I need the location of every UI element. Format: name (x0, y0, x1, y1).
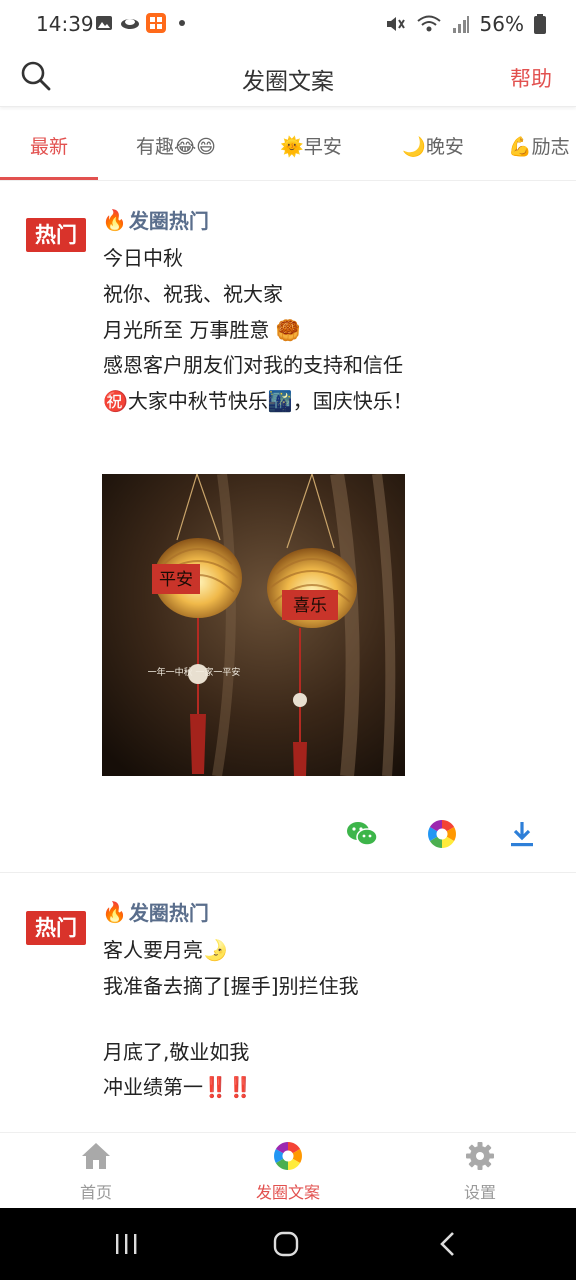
category-tabs: 最新 有趣😂😄 🌞早安 🌙晚安 💪励志 (0, 116, 576, 181)
gear-icon (466, 1142, 494, 1170)
gallery-icon (96, 16, 112, 30)
post-line: 今日中秋 (103, 246, 183, 270)
battery-icon (534, 14, 546, 34)
post-image[interactable]: 平安 喜乐 一年一中秋 一家一平安 (102, 474, 405, 776)
aperture-icon (274, 1142, 302, 1170)
wifi-icon (416, 15, 441, 32)
home-button-icon[interactable] (268, 1226, 304, 1262)
hot-badge: 热门 (26, 218, 86, 252)
lantern-right-label: 喜乐 (293, 596, 327, 616)
post-line: 客人要月亮🌛 (103, 938, 228, 962)
status-bar: 14:39 56% (0, 0, 576, 48)
post-line: 祝你、祝我、祝大家 (103, 281, 283, 306)
post-source: 🔥 发圈热门 (102, 897, 209, 926)
nav-home-label: 首页 (79, 1183, 112, 1202)
page-title: 发圈文案 (242, 69, 334, 95)
app-header: 发圈文案 帮助 (0, 48, 576, 107)
status-time: 14:39 (36, 12, 94, 36)
nav-settings[interactable]: 设置 (420, 1139, 540, 1203)
more-dot-icon (179, 20, 185, 26)
signal-icon (452, 16, 469, 33)
tab-latest[interactable]: 最新 (0, 116, 98, 178)
post-line: 月光所至 万事胜意 🥮 (103, 317, 301, 342)
fire-icon: 🔥 (102, 207, 127, 232)
system-navigation-bar (0, 1208, 576, 1280)
nav-home[interactable]: 首页 (36, 1139, 156, 1203)
status-right: 56% (384, 12, 546, 36)
help-button[interactable]: 帮助 (510, 63, 552, 93)
post-content[interactable]: 客人要月亮🌛 我准备去摘了[握手]别拦住我 月底了,敬业如我 冲业绩第一‼️‼️ (103, 933, 359, 1106)
tab-funny[interactable]: 有趣😂😄 (112, 116, 240, 178)
post-source-label: 发圈热门 (128, 209, 209, 233)
nav-settings-label: 设置 (463, 1183, 496, 1202)
lantern-photo: 平安 喜乐 一年一中秋 一家一平安 (102, 474, 405, 776)
tab-good-night[interactable]: 🌙晚安 (384, 116, 482, 178)
bottom-navigation: 首页 发圈文案 设置 (0, 1132, 576, 1209)
post-source: 🔥 发圈热门 (102, 205, 209, 234)
tab-motivation[interactable]: 💪励志 (508, 116, 576, 178)
download-icon[interactable] (506, 818, 538, 850)
cloud-icon (121, 19, 139, 29)
post-divider (0, 872, 576, 873)
active-tab-indicator (0, 177, 98, 180)
home-icon (82, 1143, 110, 1169)
post-line: ㊗️大家中秋节快乐🌃，国庆快乐！ (103, 389, 413, 414)
lantern-left-label: 平安 (159, 570, 193, 590)
post-actions (0, 818, 576, 854)
battery-percent: 56% (479, 12, 524, 36)
notification-icons (94, 13, 192, 33)
post-line: 我准备去摘了[握手]别拦住我 (103, 973, 359, 998)
post-source-label: 发圈热门 (128, 901, 209, 925)
nav-copywriting-label: 发圈文案 (255, 1183, 320, 1202)
tab-good-morning[interactable]: 🌞早安 (262, 116, 360, 178)
wechat-share-icon[interactable] (346, 818, 378, 850)
back-icon[interactable] (430, 1226, 466, 1262)
hot-badge: 热门 (26, 911, 86, 945)
moments-share-icon[interactable] (426, 818, 458, 850)
post-content[interactable]: 今日中秋 祝你、祝我、祝大家 月光所至 万事胜意 🥮 感恩客户朋友们对我的支持和… (103, 241, 413, 420)
post-line: 月底了,敬业如我 (103, 1039, 250, 1064)
app-icon (146, 13, 166, 33)
nav-copywriting[interactable]: 发圈文案 (228, 1139, 348, 1203)
post-line: 冲业绩第一‼️‼️ (103, 1075, 253, 1100)
image-caption: 一年一中秋 一家一平安 (148, 666, 241, 678)
mute-icon (386, 17, 405, 31)
recent-apps-icon[interactable] (108, 1226, 144, 1262)
post-line (103, 1005, 359, 1035)
fire-icon: 🔥 (102, 899, 127, 924)
post-line: 感恩客户朋友们对我的支持和信任 (103, 353, 403, 378)
